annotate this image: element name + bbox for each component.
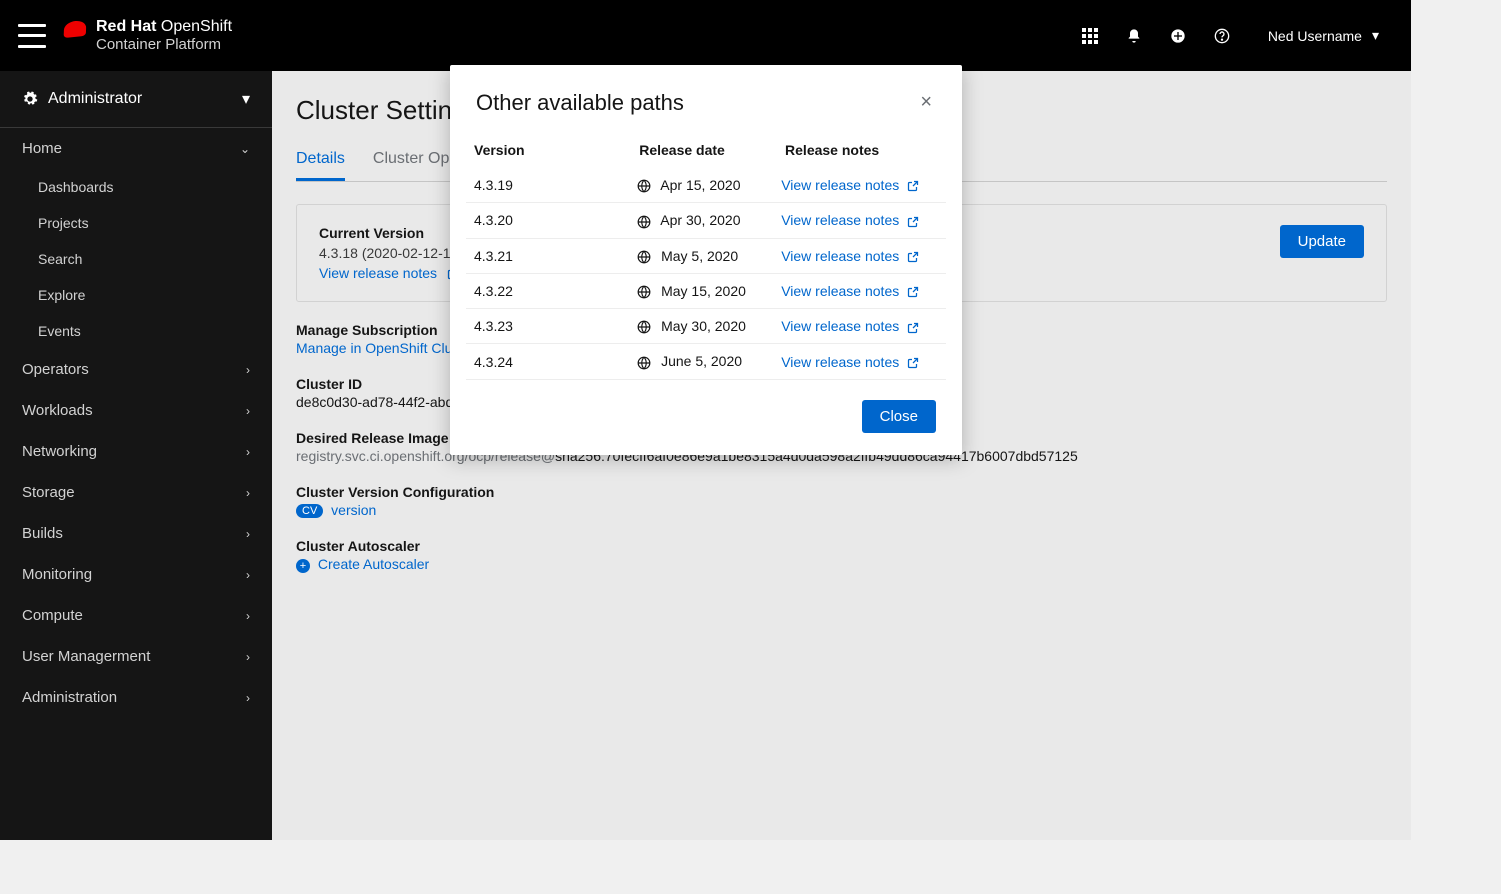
sidebar-item[interactable]: Operators › <box>0 349 272 390</box>
brand-line2: OpenShift <box>161 18 232 35</box>
chevron-right-icon: › <box>246 486 250 500</box>
link-text: View release notes <box>319 265 437 281</box>
chevron-right-icon: › <box>246 609 250 623</box>
gear-icon <box>22 90 38 108</box>
nav-label: Administration <box>22 689 117 706</box>
sidebar-item[interactable]: Compute › <box>0 595 272 636</box>
apps-icon[interactable] <box>1068 14 1112 58</box>
sidebar-item[interactable]: Workloads › <box>0 390 272 431</box>
sidebar-subitem[interactable]: Explore <box>0 277 272 313</box>
nav-label: Storage <box>22 484 75 501</box>
date-cell: June 5, 2020 <box>629 344 773 379</box>
chevron-right-icon: › <box>246 363 250 377</box>
nav-home[interactable]: Home ⌄ <box>0 128 272 169</box>
bell-icon[interactable] <box>1112 14 1156 58</box>
chevron-right-icon: › <box>246 568 250 582</box>
sidebar: Administrator ▾ Home ⌄ DashboardsProject… <box>0 71 272 840</box>
available-paths-modal: Other available paths × VersionRelease d… <box>450 65 962 455</box>
caret-down-icon: ▾ <box>242 89 250 109</box>
nav-label: Monitoring <box>22 566 92 583</box>
release-notes-link[interactable]: View release notes <box>781 212 919 228</box>
sidebar-item[interactable]: Builds › <box>0 513 272 554</box>
perspective-label: Administrator <box>48 90 142 108</box>
sidebar-item[interactable]: Storage › <box>0 472 272 513</box>
plus-circle-icon: + <box>296 559 310 573</box>
chevron-right-icon: › <box>246 404 250 418</box>
release-notes-link[interactable]: View release notes <box>781 283 919 299</box>
release-notes-link[interactable]: View release notes <box>781 354 919 370</box>
masthead: Red Hat OpenShift Container Platform Ned… <box>0 0 1411 71</box>
nav-label: Builds <box>22 525 63 542</box>
table-row: 4.3.22 May 15, 2020 View release notes <box>466 273 946 308</box>
date-cell: Apr 30, 2020 <box>629 203 773 238</box>
sidebar-item[interactable]: Monitoring › <box>0 554 272 595</box>
version-cell: 4.3.24 <box>466 344 629 379</box>
sidebar-subitem[interactable]: Events <box>0 313 272 349</box>
version-cell: 4.3.19 <box>466 168 629 203</box>
help-icon[interactable] <box>1200 14 1244 58</box>
autoscaler-label: Cluster Autoscaler <box>296 538 1387 554</box>
update-button[interactable]: Update <box>1280 225 1364 258</box>
release-notes-link[interactable]: View release notes <box>319 265 459 281</box>
modal-title: Other available paths <box>476 90 684 116</box>
chevron-right-icon: › <box>246 445 250 459</box>
nav-label: Home <box>22 140 62 157</box>
version-cell: 4.3.23 <box>466 309 629 344</box>
tab[interactable]: Details <box>296 140 345 181</box>
table-row: 4.3.21 May 5, 2020 View release notes <box>466 238 946 273</box>
chevron-right-icon: › <box>246 691 250 705</box>
table-row: 4.3.23 May 30, 2020 View release notes <box>466 309 946 344</box>
plus-circle-icon[interactable] <box>1156 14 1200 58</box>
table-row: 4.3.19 Apr 15, 2020 View release notes <box>466 168 946 203</box>
date-cell: Apr 15, 2020 <box>629 168 773 203</box>
brand-logo: Red Hat OpenShift Container Platform <box>64 18 232 54</box>
sidebar-item[interactable]: Networking › <box>0 431 272 472</box>
sidebar-subitem[interactable]: Search <box>0 241 272 277</box>
table-row: 4.3.24 June 5, 2020 View release notes <box>466 344 946 379</box>
date-cell: May 5, 2020 <box>629 238 773 273</box>
nav-label: Compute <box>22 607 83 624</box>
menu-toggle-icon[interactable] <box>18 24 46 48</box>
create-autoscaler-link[interactable]: Create Autoscaler <box>318 556 429 572</box>
close-button[interactable]: Close <box>862 400 936 433</box>
nav-label: Networking <box>22 443 97 460</box>
version-cell: 4.3.22 <box>466 273 629 308</box>
chevron-right-icon: › <box>246 650 250 664</box>
table-row: 4.3.20 Apr 30, 2020 View release notes <box>466 203 946 238</box>
date-cell: May 30, 2020 <box>629 309 773 344</box>
close-icon[interactable]: × <box>916 87 936 118</box>
column-header: Release notes <box>777 134 952 168</box>
sidebar-subitem[interactable]: Projects <box>0 205 272 241</box>
cv-badge: CV <box>296 504 323 518</box>
sidebar-subitem[interactable]: Dashboards <box>0 169 272 205</box>
column-header: Version <box>466 134 631 168</box>
column-header: Release date <box>631 134 777 168</box>
sidebar-item[interactable]: User Managerment › <box>0 636 272 677</box>
cvc-version-link[interactable]: version <box>331 502 376 518</box>
chevron-down-icon: ⌄ <box>240 142 250 156</box>
date-cell: May 15, 2020 <box>629 273 773 308</box>
cvc-label: Cluster Version Configuration <box>296 484 1387 500</box>
release-notes-link[interactable]: View release notes <box>781 177 919 193</box>
version-cell: 4.3.20 <box>466 203 629 238</box>
perspective-switcher[interactable]: Administrator ▾ <box>0 71 272 128</box>
release-notes-link[interactable]: View release notes <box>781 248 919 264</box>
nav-label: Operators <box>22 361 89 378</box>
redhat-icon <box>64 20 87 38</box>
version-cell: 4.3.21 <box>466 238 629 273</box>
caret-down-icon: ▾ <box>1372 27 1379 44</box>
brand-line3: Container Platform <box>96 36 232 53</box>
chevron-right-icon: › <box>246 527 250 541</box>
user-menu[interactable]: Ned Username ▾ <box>1244 27 1387 44</box>
nav-label: Workloads <box>22 402 93 419</box>
username: Ned Username <box>1268 28 1362 44</box>
nav-label: User Managerment <box>22 648 150 665</box>
brand-line1: Red Hat <box>96 18 156 35</box>
sidebar-item[interactable]: Administration › <box>0 677 272 718</box>
release-notes-link[interactable]: View release notes <box>781 318 919 334</box>
